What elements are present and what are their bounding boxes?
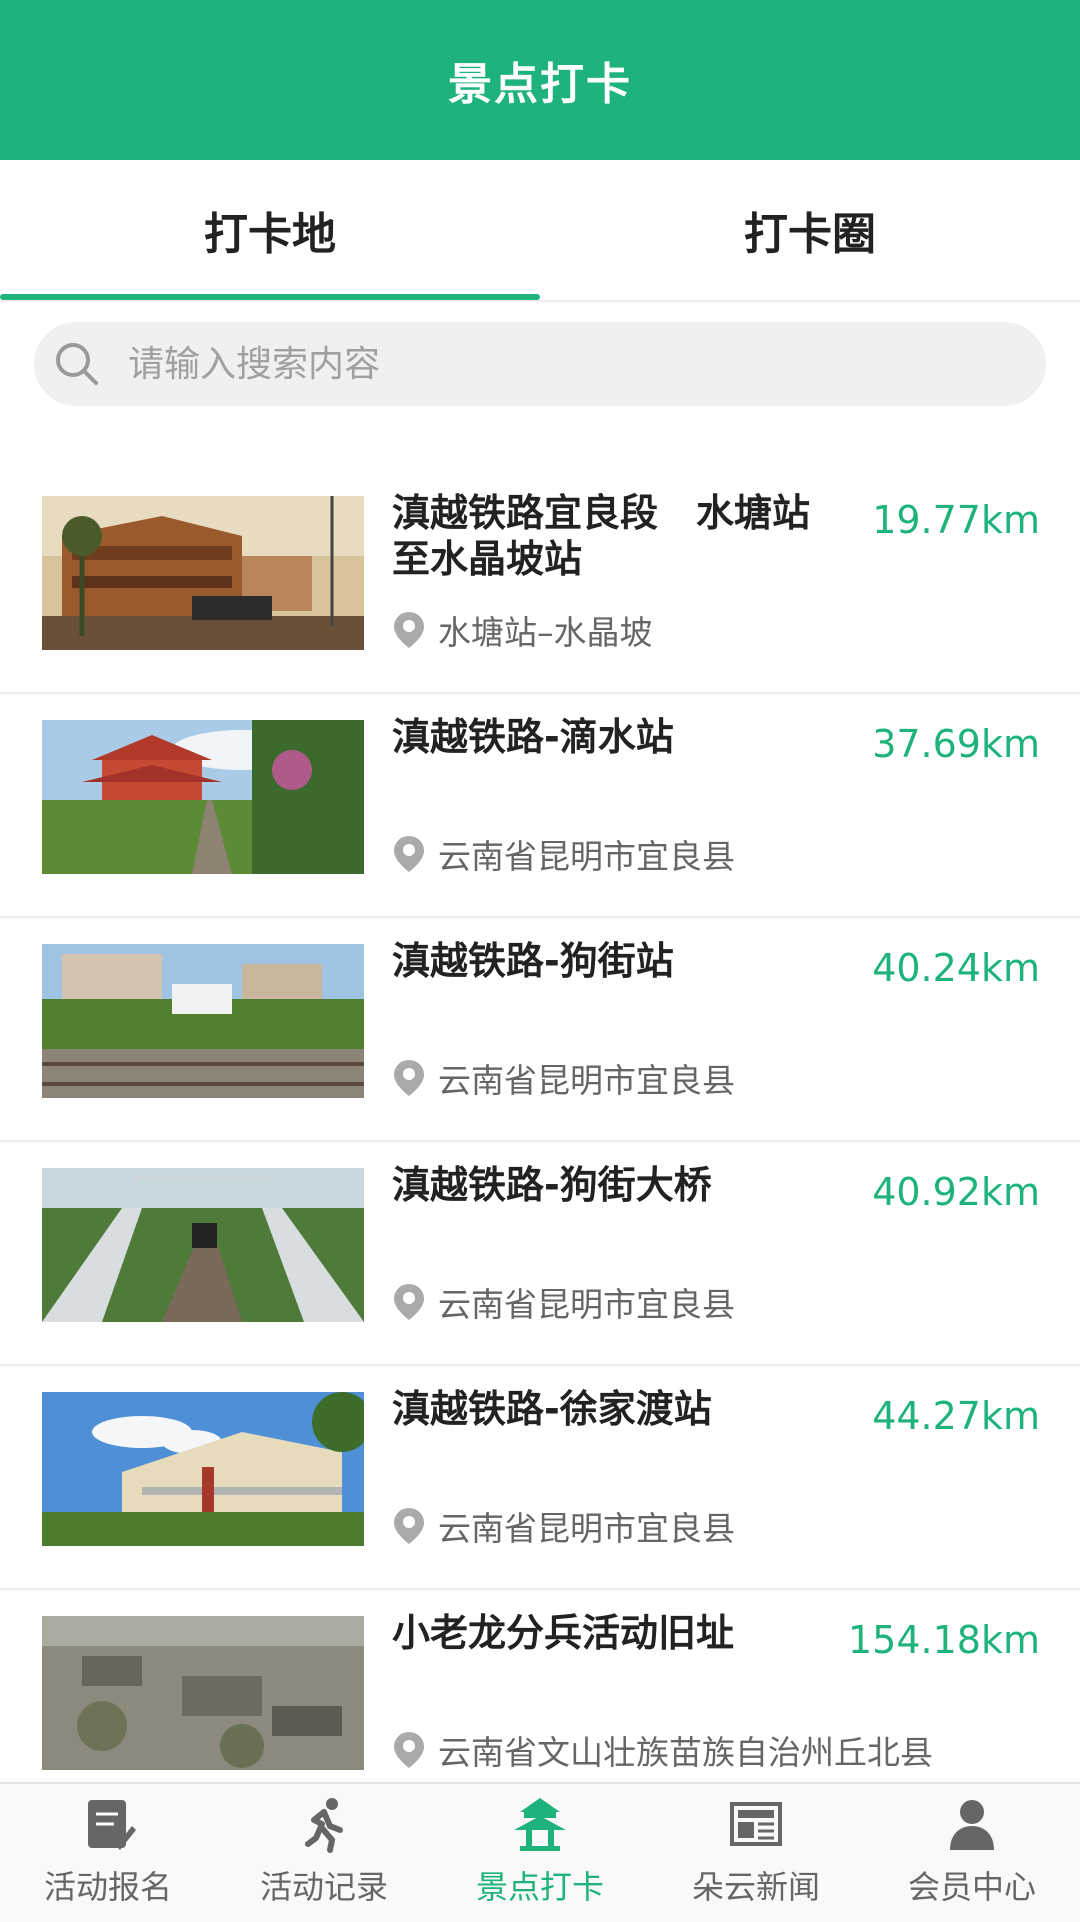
spot-distance: 19.77km xyxy=(872,498,1040,542)
spot-distance: 44.27km xyxy=(872,1394,1040,1438)
tab-bar: 打卡地 打卡圈 xyxy=(0,160,1080,302)
spot-distance: 37.69km xyxy=(872,722,1040,766)
list-item[interactable]: 滇越铁路-狗街站 40.24km 云南省昆明市宜良县 xyxy=(0,918,1080,1142)
location-pin-icon xyxy=(394,1732,424,1768)
address-text: 云南省昆明市宜良县 xyxy=(438,1509,735,1548)
list-item[interactable]: 小老龙分兵活动旧址 154.18km 云南省文山壮族苗族自治州丘北县 xyxy=(0,1590,1080,1782)
spot-distance: 154.18km xyxy=(848,1618,1040,1662)
spot-address: 云南省昆明市宜良县 xyxy=(392,830,735,878)
address-text: 水塘站–水晶坡 xyxy=(438,613,653,652)
tabbar-label: 活动记录 xyxy=(259,1868,388,1906)
spot-address: 水塘站–水晶坡 xyxy=(392,606,653,654)
spot-address: 云南省昆明市宜良县 xyxy=(392,1054,735,1102)
tabbar-label: 会员中心 xyxy=(907,1868,1036,1906)
tab-label: 打卡圈 xyxy=(744,209,876,260)
list-item[interactable]: 滇越铁路-徐家渡站 44.27km 云南省昆明市宜良县 xyxy=(0,1366,1080,1590)
spot-title: 滇越铁路-狗街大桥 xyxy=(392,1163,712,1207)
search-icon xyxy=(56,343,98,385)
page-title: 景点打卡 xyxy=(448,59,632,110)
location-pin-icon xyxy=(394,1060,424,1096)
bottom-tab-bar: 活动报名 活动记录 景点打卡 朵云新闻 会员中心 xyxy=(0,1782,1080,1922)
search-bar[interactable] xyxy=(34,322,1046,406)
spot-title: 滇越铁路-狗街站 xyxy=(392,939,674,983)
spot-title: 滇越铁路宜良段 水塘站至水晶坡站 xyxy=(392,491,811,581)
location-pin-icon xyxy=(394,1508,424,1544)
pavilion-icon xyxy=(514,1798,566,1851)
spot-address: 云南省文山壮族苗族自治州丘北县 xyxy=(392,1726,933,1774)
tabbar-label: 朵云新闻 xyxy=(691,1868,820,1906)
spot-address: 云南省昆明市宜良县 xyxy=(392,1278,735,1326)
tabbar-item-news[interactable]: 朵云新闻 xyxy=(648,1784,864,1922)
spot-photo xyxy=(42,720,364,874)
tab-checkin-places[interactable]: 打卡地 xyxy=(0,160,540,300)
search-input[interactable] xyxy=(126,342,990,386)
tabbar-item-records[interactable]: 活动记录 xyxy=(216,1784,432,1922)
tabbar-label: 活动报名 xyxy=(43,1868,172,1906)
tabbar-label: 景点打卡 xyxy=(475,1868,604,1906)
address-text: 云南省昆明市宜良县 xyxy=(438,837,735,876)
location-pin-icon xyxy=(394,1284,424,1320)
running-icon xyxy=(305,1798,343,1853)
list-item[interactable]: 滇越铁路-滴水站 37.69km 云南省昆明市宜良县 xyxy=(0,694,1080,918)
address-text: 云南省昆明市宜良县 xyxy=(438,1285,735,1324)
tabbar-item-signup[interactable]: 活动报名 xyxy=(0,1784,216,1922)
tabbar-item-checkin[interactable]: 景点打卡 xyxy=(432,1784,648,1922)
spot-list: 滇越铁路宜良段 水塘站至水晶坡站 19.77km 水塘站–水晶坡 滇越铁路-滴水… xyxy=(0,470,1080,1782)
list-item[interactable]: 滇越铁路-狗街大桥 40.92km 云南省昆明市宜良县 xyxy=(0,1142,1080,1366)
spot-title: 小老龙分兵活动旧址 xyxy=(392,1611,735,1655)
spot-photo xyxy=(42,496,364,650)
location-pin-icon xyxy=(394,836,424,872)
spot-photo xyxy=(42,1616,364,1770)
address-text: 云南省昆明市宜良县 xyxy=(438,1061,735,1100)
address-text: 云南省文山壮族苗族自治州丘北县 xyxy=(438,1733,933,1772)
tab-checkin-circle[interactable]: 打卡圈 xyxy=(540,160,1080,300)
spot-photo xyxy=(42,944,364,1098)
user-icon xyxy=(950,1800,994,1850)
spot-distance: 40.24km xyxy=(872,946,1040,990)
spot-photo xyxy=(42,1392,364,1546)
spot-photo xyxy=(42,1168,364,1322)
news-icon xyxy=(730,1802,782,1846)
tab-label: 打卡地 xyxy=(204,209,336,260)
signup-form-icon xyxy=(88,1800,136,1850)
spot-title: 滇越铁路-徐家渡站 xyxy=(392,1387,712,1431)
list-item[interactable]: 滇越铁路宜良段 水塘站至水晶坡站 19.77km 水塘站–水晶坡 xyxy=(0,470,1080,694)
spot-title: 滇越铁路-滴水站 xyxy=(392,715,674,759)
location-pin-icon xyxy=(394,612,424,648)
spot-distance: 40.92km xyxy=(872,1170,1040,1214)
app-header: 景点打卡 xyxy=(0,0,1080,160)
tabbar-item-member[interactable]: 会员中心 xyxy=(864,1784,1080,1922)
spot-address: 云南省昆明市宜良县 xyxy=(392,1502,735,1550)
